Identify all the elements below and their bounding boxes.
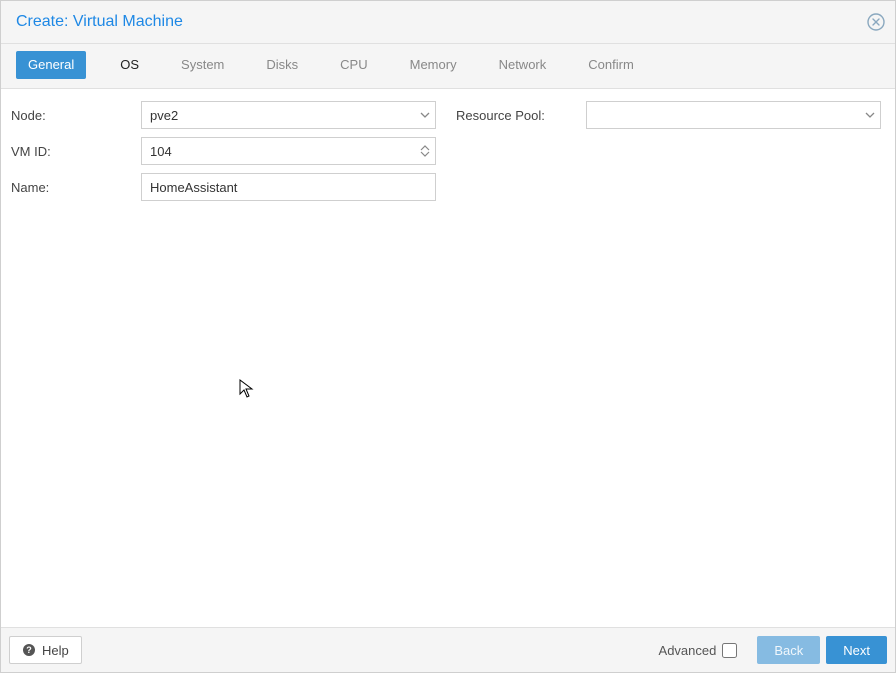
wizard-body: Node: VM ID: Name: Resource Poo: [1, 89, 895, 627]
advanced-label: Advanced: [659, 643, 717, 658]
name-input[interactable]: [142, 174, 435, 200]
back-button[interactable]: Back: [757, 636, 820, 664]
tab-os[interactable]: OS: [112, 51, 147, 79]
help-button[interactable]: ? Help: [9, 636, 82, 664]
vmid-input[interactable]: [142, 138, 416, 164]
create-vm-wizard-window: Create: Virtual Machine General OS Syste…: [0, 0, 896, 673]
chevron-down-icon[interactable]: [861, 102, 880, 128]
next-button[interactable]: Next: [826, 636, 887, 664]
wizard-footer: ? Help Advanced Back Next: [1, 627, 895, 672]
left-column: Node: VM ID: Name:: [11, 101, 436, 201]
tab-disks[interactable]: Disks: [258, 51, 306, 79]
close-icon[interactable]: [867, 13, 885, 31]
svg-text:?: ?: [26, 645, 32, 655]
chevron-down-icon[interactable]: [416, 102, 435, 128]
right-column: Resource Pool:: [456, 101, 881, 129]
pool-field[interactable]: [586, 101, 881, 129]
spinner-icon[interactable]: [416, 138, 435, 164]
name-label: Name:: [11, 180, 141, 195]
tab-cpu[interactable]: CPU: [332, 51, 375, 79]
vmid-field[interactable]: [141, 137, 436, 165]
vmid-label: VM ID:: [11, 144, 141, 159]
tab-system[interactable]: System: [173, 51, 232, 79]
window-title: Create: Virtual Machine: [16, 13, 183, 31]
help-label: Help: [42, 643, 69, 658]
tab-confirm[interactable]: Confirm: [580, 51, 642, 79]
help-icon: ?: [22, 643, 36, 657]
titlebar: Create: Virtual Machine: [1, 1, 895, 44]
advanced-checkbox[interactable]: [722, 643, 737, 658]
tab-memory[interactable]: Memory: [402, 51, 465, 79]
cursor-icon: [239, 379, 255, 402]
pool-label: Resource Pool:: [456, 108, 586, 123]
pool-input[interactable]: [587, 102, 861, 128]
node-field[interactable]: [141, 101, 436, 129]
node-label: Node:: [11, 108, 141, 123]
name-field[interactable]: [141, 173, 436, 201]
node-input[interactable]: [142, 102, 416, 128]
tab-general[interactable]: General: [16, 51, 86, 79]
wizard-tabs: General OS System Disks CPU Memory Netwo…: [1, 44, 895, 89]
advanced-toggle[interactable]: Advanced: [659, 643, 738, 658]
tab-network[interactable]: Network: [491, 51, 555, 79]
